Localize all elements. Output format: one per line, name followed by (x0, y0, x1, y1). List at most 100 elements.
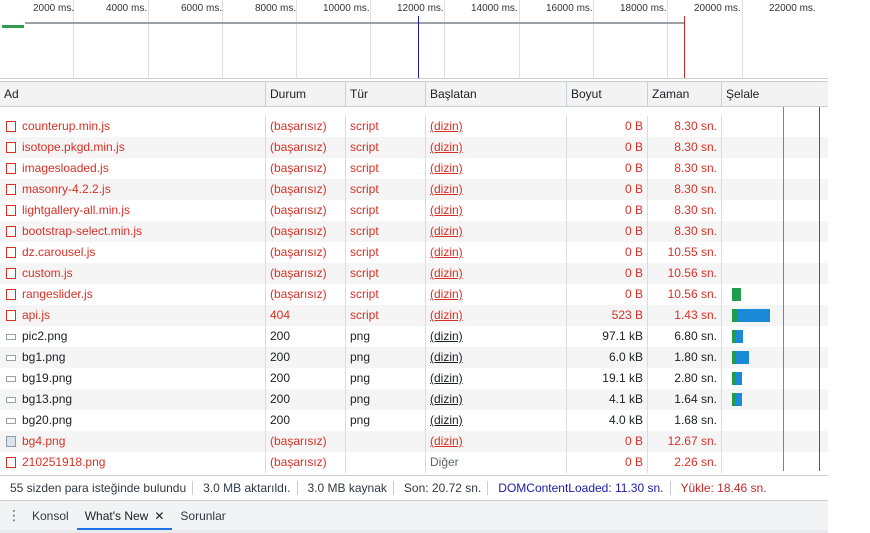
request-waterfall (722, 242, 828, 263)
request-waterfall (722, 452, 828, 473)
request-time: 2.26 sn. (648, 452, 722, 473)
timeline-tick: 22000 ms. (743, 0, 828, 79)
request-initiator[interactable]: (dizin) (426, 158, 567, 179)
request-initiator[interactable]: (dizin) (426, 368, 567, 389)
request-name-cell[interactable]: bootstrap-select.min.js (0, 221, 266, 242)
request-waterfall (722, 326, 828, 347)
request-time: 8.30 sn. (648, 200, 722, 221)
column-header-type[interactable]: Tür (346, 82, 426, 106)
table-row[interactable]: 210251918.png (başarısız) Diğer 0 B 2.26 sn. (0, 452, 828, 473)
summary-transferred: 3.0 MB aktarıldı. (193, 480, 298, 495)
table-row[interactable]: rangeslider.js (başarısız) script (dizin) 0 … (0, 284, 828, 305)
request-initiator[interactable]: (dizin) (426, 179, 567, 200)
script-file-icon (6, 121, 16, 132)
request-initiator[interactable]: (dizin) (426, 116, 567, 137)
request-initiator[interactable]: (dizin) (426, 200, 567, 221)
request-initiator[interactable]: (dizin) (426, 263, 567, 284)
request-initiator[interactable]: (dizin) (426, 410, 567, 431)
request-name-cell[interactable]: pic2.png (0, 326, 266, 347)
request-name-cell[interactable]: bg13.png (0, 389, 266, 410)
tab-issues[interactable]: Sorunlar (172, 502, 233, 530)
request-name-cell[interactable]: counterup.min.js (0, 116, 266, 137)
overview-timeline[interactable]: 2000 ms. 4000 ms. 6000 ms. 8000 ms. 1000… (0, 0, 828, 79)
timeline-tick: 4000 ms. (74, 0, 149, 79)
request-size: 523 B (567, 305, 648, 326)
request-status: (başarısız) (266, 284, 346, 305)
table-row[interactable]: isotope.pkgd.min.js (başarısız) script (diz… (0, 137, 828, 158)
request-type: png (346, 368, 426, 389)
close-icon[interactable]: ✕ (154, 509, 164, 523)
request-initiator[interactable]: (dizin) (426, 305, 567, 326)
table-row[interactable]: lightgallery-all.min.js (başarısız) script… (0, 200, 828, 221)
request-time: 6.80 sn. (648, 326, 722, 347)
column-header-time[interactable]: Zaman (648, 82, 722, 106)
column-header-waterfall[interactable]: Şelale (722, 82, 828, 106)
request-initiator[interactable]: (dizin) (426, 347, 567, 368)
request-name-cell[interactable]: bg4.png (0, 431, 266, 452)
table-row[interactable]: bg19.png 200 png (dizin) 19.1 kB 2.80 sn. (0, 368, 828, 389)
script-file-icon (6, 310, 16, 321)
column-header-size[interactable]: Boyut (567, 82, 648, 106)
column-header-name[interactable]: Ad (0, 82, 266, 106)
request-type: script (346, 242, 426, 263)
request-name-cell[interactable]: bg19.png (0, 368, 266, 389)
request-name-cell[interactable]: 210251918.png (0, 452, 266, 473)
more-options-icon[interactable]: ⋮ (4, 507, 24, 524)
table-row[interactable]: bg13.png 200 png (dizin) 4.1 kB 1.64 sn. (0, 389, 828, 410)
request-type: script (346, 221, 426, 242)
request-table: counterup.min.js (başarısız) script (dizin)… (0, 116, 828, 473)
table-row[interactable]: imagesloaded.js (başarısız) script (dizin) 0… (0, 158, 828, 179)
request-name-cell[interactable]: bg20.png (0, 410, 266, 431)
request-time: 8.30 sn. (648, 158, 722, 179)
request-name-cell[interactable]: masonry-4.2.2.js (0, 179, 266, 200)
request-time: 2.80 sn. (648, 368, 722, 389)
timeline-tick: 2000 ms. (0, 0, 74, 79)
request-initiator[interactable]: Diğer (426, 452, 567, 473)
summary-requests: 55 sizden para isteğinde bulundu (0, 480, 194, 495)
column-header-initiator[interactable]: Başlatan (426, 82, 567, 106)
request-initiator[interactable]: (dizin) (426, 137, 567, 158)
request-name-cell[interactable]: rangeslider.js (0, 284, 266, 305)
table-row[interactable]: masonry-4.2.2.js (başarısız) script (dizin)… (0, 179, 828, 200)
request-initiator[interactable]: (dizin) (426, 389, 567, 410)
request-initiator[interactable]: (dizin) (426, 242, 567, 263)
table-row[interactable]: counterup.min.js (başarısız) script (dizin)… (0, 116, 828, 137)
overview-domcontentloaded-marker (418, 16, 419, 78)
script-file-icon (6, 184, 16, 195)
request-size: 0 B (567, 158, 648, 179)
request-initiator[interactable]: (dizin) (426, 431, 567, 452)
script-file-icon (6, 205, 16, 216)
request-initiator[interactable]: (dizin) (426, 284, 567, 305)
request-status: 200 (266, 368, 346, 389)
tick-label: 22000 ms. (769, 3, 816, 14)
tab-console[interactable]: Konsol (24, 502, 77, 530)
request-name-cell[interactable]: bg1.png (0, 347, 266, 368)
request-initiator[interactable]: (dizin) (426, 326, 567, 347)
request-size: 0 B (567, 200, 648, 221)
table-row[interactable]: pic2.png 200 png (dizin) 97.1 kB 6.80 sn. (0, 326, 828, 347)
request-type: png (346, 410, 426, 431)
request-name-cell[interactable]: imagesloaded.js (0, 158, 266, 179)
table-row[interactable]: bg20.png 200 png (dizin) 4.0 kB 1.68 sn. (0, 410, 828, 431)
request-name-cell[interactable]: api.js (0, 305, 266, 326)
table-row[interactable]: api.js 404 script (dizin) 523 B 1.43 sn. (0, 305, 828, 326)
request-name-cell[interactable]: lightgallery-all.min.js (0, 200, 266, 221)
table-row[interactable]: bg1.png 200 png (dizin) 6.0 kB 1.80 sn. (0, 347, 828, 368)
request-waterfall (722, 347, 828, 368)
request-name: bg4.png (22, 434, 66, 448)
request-name-cell[interactable]: dz.carousel.js (0, 242, 266, 263)
request-name-cell[interactable]: isotope.pkgd.min.js (0, 137, 266, 158)
table-row[interactable]: dz.carousel.js (başarısız) script (dizin) 0 … (0, 242, 828, 263)
request-name-cell[interactable]: custom.js (0, 263, 266, 284)
request-size: 19.1 kB (567, 368, 648, 389)
table-row[interactable]: custom.js (başarısız) script (dizin) 0 B 10.5… (0, 263, 828, 284)
image-preview-icon (6, 436, 16, 447)
tab-whats-new[interactable]: What's New ✕ (76, 502, 173, 530)
request-type (346, 431, 426, 452)
column-header-status[interactable]: Durum (266, 82, 346, 106)
request-initiator[interactable]: (dizin) (426, 221, 567, 242)
table-row[interactable]: bootstrap-select.min.js (başarısız) script… (0, 221, 828, 242)
waterfall-domcontentloaded-marker (783, 107, 784, 471)
tick-label: 14000 ms. (471, 3, 518, 14)
table-row[interactable]: bg4.png (başarısız) (dizin) 0 B 12.67 sn. (0, 431, 828, 452)
